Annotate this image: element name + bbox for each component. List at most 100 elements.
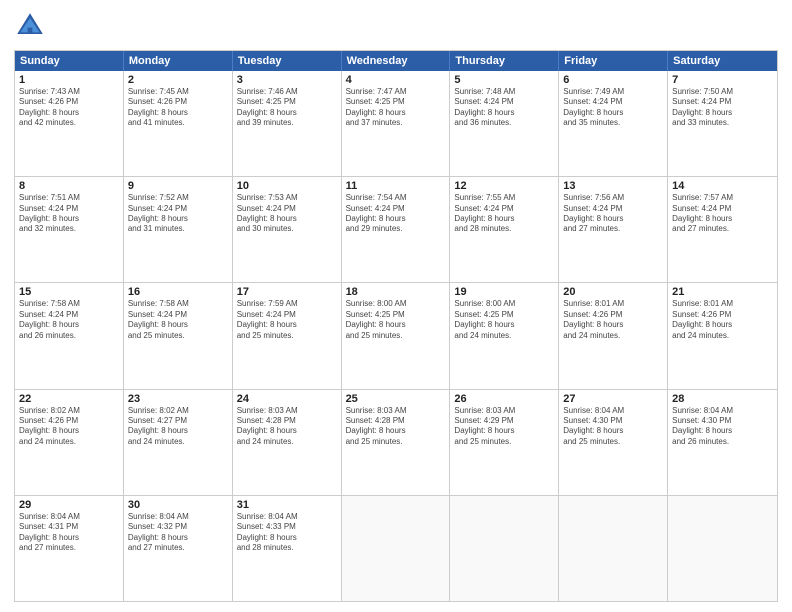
cell-line-0: Sunrise: 7:56 AM [563, 193, 663, 203]
day-number: 22 [19, 393, 119, 405]
cell-line-2: Daylight: 8 hours [346, 426, 446, 436]
cell-line-2: Daylight: 8 hours [237, 320, 337, 330]
calendar-row-1: 8Sunrise: 7:51 AMSunset: 4:24 PMDaylight… [15, 176, 777, 282]
cell-line-3: and 24 minutes. [237, 437, 337, 447]
cell-line-2: Daylight: 8 hours [19, 533, 119, 543]
cell-line-2: Daylight: 8 hours [672, 320, 773, 330]
cell-line-0: Sunrise: 7:50 AM [672, 87, 773, 97]
cell-line-1: Sunset: 4:24 PM [454, 97, 554, 107]
cell-line-2: Daylight: 8 hours [128, 214, 228, 224]
cell-line-1: Sunset: 4:24 PM [19, 204, 119, 214]
cell-line-3: and 25 minutes. [454, 437, 554, 447]
cell-line-3: and 24 minutes. [672, 331, 773, 341]
cell-line-0: Sunrise: 8:03 AM [454, 406, 554, 416]
day-number: 10 [237, 180, 337, 192]
day-number: 13 [563, 180, 663, 192]
day-cell-2: 2Sunrise: 7:45 AMSunset: 4:26 PMDaylight… [124, 71, 233, 176]
cell-line-3: and 30 minutes. [237, 224, 337, 234]
cell-line-3: and 39 minutes. [237, 118, 337, 128]
day-cell-28: 28Sunrise: 8:04 AMSunset: 4:30 PMDayligh… [668, 390, 777, 495]
cell-line-2: Daylight: 8 hours [346, 214, 446, 224]
cell-line-3: and 31 minutes. [128, 224, 228, 234]
cell-line-2: Daylight: 8 hours [563, 108, 663, 118]
cell-line-1: Sunset: 4:33 PM [237, 522, 337, 532]
cell-line-2: Daylight: 8 hours [563, 214, 663, 224]
day-number: 11 [346, 180, 446, 192]
cell-line-0: Sunrise: 8:04 AM [672, 406, 773, 416]
calendar-row-4: 29Sunrise: 8:04 AMSunset: 4:31 PMDayligh… [15, 495, 777, 601]
day-number: 26 [454, 393, 554, 405]
day-cell-29: 29Sunrise: 8:04 AMSunset: 4:31 PMDayligh… [15, 496, 124, 601]
cell-line-2: Daylight: 8 hours [237, 426, 337, 436]
day-number: 28 [672, 393, 773, 405]
cell-line-0: Sunrise: 7:43 AM [19, 87, 119, 97]
day-cell-30: 30Sunrise: 8:04 AMSunset: 4:32 PMDayligh… [124, 496, 233, 601]
calendar: SundayMondayTuesdayWednesdayThursdayFrid… [14, 50, 778, 602]
day-number: 31 [237, 499, 337, 511]
cell-line-3: and 24 minutes. [19, 437, 119, 447]
cell-line-1: Sunset: 4:25 PM [454, 310, 554, 320]
day-cell-8: 8Sunrise: 7:51 AMSunset: 4:24 PMDaylight… [15, 177, 124, 282]
day-number: 14 [672, 180, 773, 192]
day-cell-27: 27Sunrise: 8:04 AMSunset: 4:30 PMDayligh… [559, 390, 668, 495]
day-number: 16 [128, 286, 228, 298]
calendar-row-3: 22Sunrise: 8:02 AMSunset: 4:26 PMDayligh… [15, 389, 777, 495]
cell-line-2: Daylight: 8 hours [237, 108, 337, 118]
cell-line-0: Sunrise: 7:52 AM [128, 193, 228, 203]
day-number: 19 [454, 286, 554, 298]
day-number: 29 [19, 499, 119, 511]
logo [14, 10, 50, 42]
day-number: 20 [563, 286, 663, 298]
day-cell-31: 31Sunrise: 8:04 AMSunset: 4:33 PMDayligh… [233, 496, 342, 601]
day-cell-24: 24Sunrise: 8:03 AMSunset: 4:28 PMDayligh… [233, 390, 342, 495]
day-cell-14: 14Sunrise: 7:57 AMSunset: 4:24 PMDayligh… [668, 177, 777, 282]
cell-line-3: and 24 minutes. [454, 331, 554, 341]
cell-line-3: and 25 minutes. [237, 331, 337, 341]
page: SundayMondayTuesdayWednesdayThursdayFrid… [0, 0, 792, 612]
day-cell-6: 6Sunrise: 7:49 AMSunset: 4:24 PMDaylight… [559, 71, 668, 176]
day-number: 5 [454, 74, 554, 86]
cell-line-1: Sunset: 4:32 PM [128, 522, 228, 532]
cell-line-2: Daylight: 8 hours [19, 214, 119, 224]
cell-line-0: Sunrise: 8:03 AM [237, 406, 337, 416]
day-cell-12: 12Sunrise: 7:55 AMSunset: 4:24 PMDayligh… [450, 177, 559, 282]
day-cell-4: 4Sunrise: 7:47 AMSunset: 4:25 PMDaylight… [342, 71, 451, 176]
cell-line-1: Sunset: 4:24 PM [672, 97, 773, 107]
cell-line-1: Sunset: 4:25 PM [346, 310, 446, 320]
day-cell-5: 5Sunrise: 7:48 AMSunset: 4:24 PMDaylight… [450, 71, 559, 176]
cell-line-3: and 41 minutes. [128, 118, 228, 128]
cell-line-0: Sunrise: 7:45 AM [128, 87, 228, 97]
cell-line-1: Sunset: 4:24 PM [346, 204, 446, 214]
cell-line-1: Sunset: 4:26 PM [19, 97, 119, 107]
header-cell-monday: Monday [124, 51, 233, 71]
day-number: 23 [128, 393, 228, 405]
calendar-row-0: 1Sunrise: 7:43 AMSunset: 4:26 PMDaylight… [15, 71, 777, 176]
cell-line-0: Sunrise: 7:46 AM [237, 87, 337, 97]
day-cell-19: 19Sunrise: 8:00 AMSunset: 4:25 PMDayligh… [450, 283, 559, 388]
calendar-header-row: SundayMondayTuesdayWednesdayThursdayFrid… [15, 51, 777, 71]
cell-line-0: Sunrise: 8:04 AM [563, 406, 663, 416]
cell-line-1: Sunset: 4:26 PM [128, 97, 228, 107]
cell-line-1: Sunset: 4:24 PM [128, 310, 228, 320]
cell-line-1: Sunset: 4:24 PM [237, 204, 337, 214]
cell-line-3: and 28 minutes. [237, 543, 337, 553]
day-cell-15: 15Sunrise: 7:58 AMSunset: 4:24 PMDayligh… [15, 283, 124, 388]
cell-line-3: and 29 minutes. [346, 224, 446, 234]
cell-line-0: Sunrise: 7:47 AM [346, 87, 446, 97]
day-cell-23: 23Sunrise: 8:02 AMSunset: 4:27 PMDayligh… [124, 390, 233, 495]
cell-line-1: Sunset: 4:24 PM [563, 97, 663, 107]
cell-line-3: and 25 minutes. [128, 331, 228, 341]
day-number: 24 [237, 393, 337, 405]
cell-line-2: Daylight: 8 hours [672, 108, 773, 118]
day-cell-empty-4-5 [559, 496, 668, 601]
day-number: 4 [346, 74, 446, 86]
header-cell-friday: Friday [559, 51, 668, 71]
cell-line-2: Daylight: 8 hours [563, 426, 663, 436]
cell-line-3: and 42 minutes. [19, 118, 119, 128]
cell-line-1: Sunset: 4:29 PM [454, 416, 554, 426]
cell-line-3: and 35 minutes. [563, 118, 663, 128]
cell-line-3: and 37 minutes. [346, 118, 446, 128]
cell-line-3: and 25 minutes. [346, 437, 446, 447]
cell-line-1: Sunset: 4:28 PM [237, 416, 337, 426]
cell-line-3: and 27 minutes. [672, 224, 773, 234]
